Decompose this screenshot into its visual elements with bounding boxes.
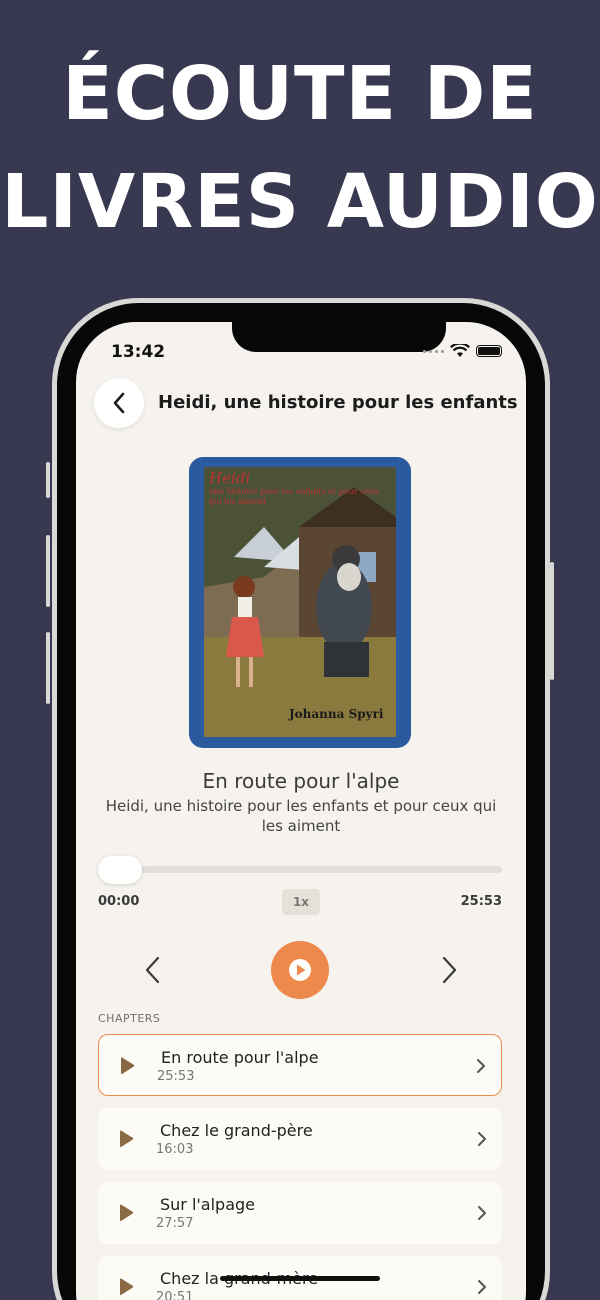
play-icon	[120, 1278, 134, 1296]
chevron-right-icon	[442, 956, 457, 984]
cover-subtitle: une histoire pour les enfants et pour ce…	[209, 487, 379, 506]
phone-power-button	[550, 562, 554, 680]
back-button[interactable]	[94, 378, 144, 428]
signal-dots-icon	[423, 349, 444, 353]
progress-knob[interactable]	[98, 856, 142, 884]
chapters-label: CHAPTERS	[98, 1012, 161, 1025]
cover-title: Heidi	[209, 469, 251, 487]
current-chapter-title: En route pour l'alpe	[202, 769, 400, 793]
chapter-name: En route pour l'alpe	[161, 1048, 319, 1067]
next-chapter-button[interactable]	[434, 950, 464, 990]
promo-headline: ÉCOUTE DE LIVRES AUDIO	[0, 40, 600, 256]
phone-side-button	[46, 462, 50, 498]
chevron-left-icon	[113, 392, 125, 414]
previous-chapter-button[interactable]	[138, 950, 168, 990]
book-title: Heidi, une histoire pour les enfants et …	[105, 797, 497, 835]
status-time: 13:42	[111, 342, 166, 362]
chapter-row[interactable]: Sur l'alpage 27:57	[98, 1182, 502, 1244]
play-button[interactable]	[271, 941, 329, 999]
chapter-name: Sur l'alpage	[160, 1195, 256, 1214]
headline-line-1: ÉCOUTE DE	[62, 51, 538, 137]
wifi-icon	[450, 344, 470, 357]
progress-track[interactable]	[98, 866, 502, 873]
elapsed-time: 00:00	[98, 894, 140, 909]
phone-volume-up	[46, 535, 50, 607]
total-duration: 25:53	[460, 894, 502, 909]
headline-line-2: LIVRES AUDIO	[1, 159, 599, 245]
book-cover: Heidi une histoire pour les enfants et p…	[189, 457, 411, 748]
chapter-duration: 20:51	[156, 1290, 194, 1300]
chevron-right-icon	[478, 1132, 486, 1146]
phone-screen: 13:42 Heidi, une histoire pour les enfan…	[76, 322, 526, 1300]
chapter-name: Chez le grand-père	[160, 1121, 313, 1140]
page-title: Heidi, une histoire pour les enfants e..…	[158, 392, 518, 413]
status-icons	[423, 344, 502, 358]
battery-icon	[476, 345, 502, 357]
chapter-duration: 16:03	[156, 1142, 194, 1157]
chapter-duration: 25:53	[157, 1069, 195, 1084]
phone-volume-down	[46, 632, 50, 704]
chevron-right-icon	[477, 1059, 485, 1073]
play-icon	[120, 1130, 134, 1148]
chapter-row[interactable]: Chez le grand-père 16:03	[98, 1108, 502, 1170]
chevron-right-icon	[478, 1206, 486, 1220]
cover-author: Johanna Spyri	[289, 707, 384, 721]
chevron-left-icon	[145, 956, 160, 984]
cover-illustration	[204, 467, 396, 737]
home-indicator[interactable]	[220, 1276, 380, 1281]
play-icon	[121, 1057, 135, 1075]
playback-speed-button[interactable]: 1x	[282, 889, 320, 915]
play-icon	[289, 959, 311, 981]
notch	[232, 322, 446, 352]
chapter-row[interactable]: En route pour l'alpe 25:53	[98, 1034, 502, 1096]
chapter-duration: 27:57	[156, 1216, 194, 1231]
play-icon	[120, 1204, 134, 1222]
chevron-right-icon	[478, 1280, 486, 1294]
